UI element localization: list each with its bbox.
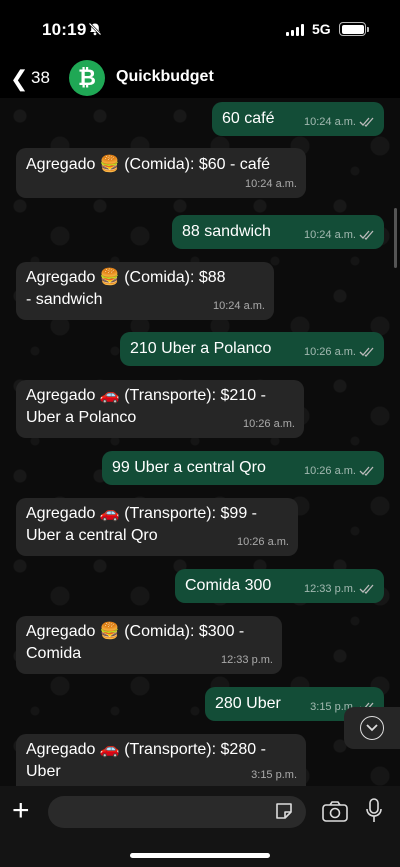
message-bubble[interactable]: Agregado 🍔 (Comida): $300 - Comida 12:33… — [16, 616, 282, 674]
network-type: 5G — [312, 21, 331, 37]
message-time: 10:26 a.m. — [304, 465, 356, 477]
message-bubble[interactable]: 210 Uber a Polanco 10:26 a.m. — [120, 332, 384, 366]
contact-name[interactable]: Quickbudget — [116, 68, 214, 86]
message-time: 10:24 a.m. — [304, 229, 356, 241]
avatar-letter: ₿ — [78, 65, 96, 90]
message-bubble[interactable]: Agregado 🍔 (Comida): $88 - sandwich 10:2… — [16, 262, 274, 320]
avatar[interactable]: ₿ — [69, 60, 105, 96]
unread-count[interactable]: 38 — [31, 68, 50, 88]
message-time: 3:15 p.m. — [251, 769, 297, 781]
status-time: 10:19 — [42, 20, 87, 39]
double-check-icon — [359, 117, 374, 127]
message-time: 10:26 a.m. — [243, 418, 295, 430]
message-bubble[interactable]: 60 café 10:24 a.m. — [212, 102, 384, 136]
scroll-indicator[interactable] — [394, 208, 397, 268]
double-check-icon — [359, 230, 374, 240]
chat-header: ❮ 38 ₿ Quickbudget — [0, 58, 400, 98]
input-bar: + — [0, 786, 400, 867]
message-bubble[interactable]: Comida 300 12:33 p.m. — [175, 569, 384, 603]
double-check-icon — [359, 466, 374, 476]
double-check-icon — [359, 584, 374, 594]
message-bubble[interactable]: Agregado 🚗 (Transporte): $210 - Uber a P… — [16, 380, 304, 438]
message-time: 10:24 a.m. — [245, 178, 297, 190]
chevron-down-icon — [360, 716, 384, 740]
message-time: 10:26 a.m. — [237, 536, 289, 548]
message-input[interactable] — [48, 796, 306, 828]
message-bubble[interactable]: Agregado 🚗 (Transporte): $280 - Uber 3:1… — [16, 734, 306, 786]
message-bubble[interactable]: 88 sandwich 10:24 a.m. — [172, 215, 384, 249]
bell-off-icon — [88, 22, 102, 36]
chat-background — [0, 96, 400, 786]
message-bubble[interactable]: 99 Uber a central Qro 10:26 a.m. — [102, 451, 384, 485]
scroll-down-button[interactable] — [344, 707, 400, 749]
sticker-icon[interactable] — [274, 801, 294, 821]
message-time: 12:33 p.m. — [221, 654, 273, 666]
plus-icon[interactable]: + — [12, 796, 30, 826]
message-time: 10:26 a.m. — [304, 346, 356, 358]
back-chevron-icon[interactable]: ❮ — [10, 66, 28, 92]
battery-icon — [339, 22, 369, 36]
home-indicator[interactable] — [130, 853, 270, 858]
camera-icon[interactable] — [322, 800, 348, 822]
signal-icon — [286, 24, 304, 36]
message-text: Agregado 🍔 (Comida): $88 - sandwich — [26, 269, 226, 308]
microphone-icon[interactable] — [366, 798, 382, 824]
status-bar: 10:19 5G — [0, 0, 400, 58]
message-time: 10:24 a.m. — [304, 116, 356, 128]
message-bubble[interactable]: Agregado 🍔 (Comida): $60 - café 10:24 a.… — [16, 148, 306, 198]
double-check-icon — [359, 347, 374, 357]
message-time: 12:33 p.m. — [304, 583, 356, 595]
message-time: 10:24 a.m. — [213, 300, 265, 312]
message-bubble[interactable]: Agregado 🚗 (Transporte): $99 - Uber a ce… — [16, 498, 298, 556]
